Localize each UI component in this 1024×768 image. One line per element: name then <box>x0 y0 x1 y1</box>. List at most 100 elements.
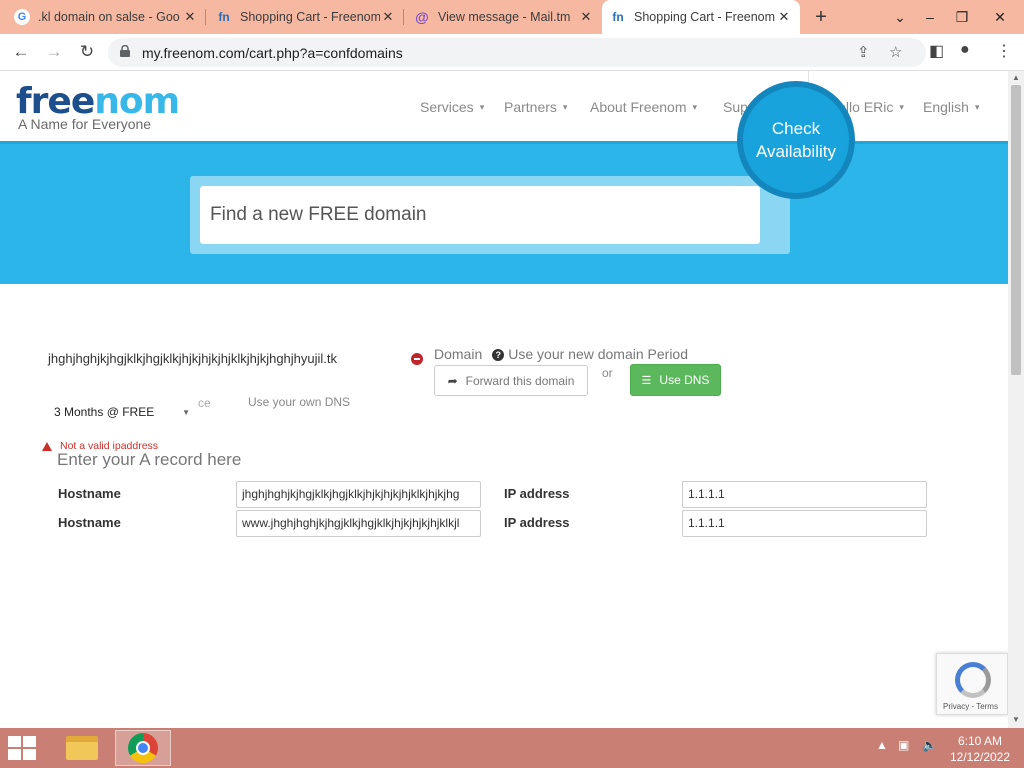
share-icon[interactable]: ⇪ <box>857 43 870 61</box>
nav-language[interactable]: English ▾ <box>923 99 979 115</box>
nav-partners[interactable]: Partners ▾ <box>504 99 567 115</box>
google-icon: G <box>14 9 30 25</box>
forward-domain-button[interactable]: ➦ Forward this domain <box>434 365 588 396</box>
browser-tab[interactable]: fn Shopping Cart - Freenom ✕ <box>208 0 404 34</box>
page-scrollbar[interactable]: ▲ ▼ <box>1008 71 1024 728</box>
period-select[interactable]: 3 Months @ FREE ▼ <box>48 401 198 423</box>
recaptcha-links[interactable]: Privacy - Terms <box>943 702 998 711</box>
nav-label: Services <box>420 99 474 115</box>
bookmark-star-icon[interactable]: ☆ <box>889 43 902 61</box>
tagline: A Name for Everyone <box>18 116 152 132</box>
nav-label: Partners <box>504 99 557 115</box>
a-record-title: Enter your A record here <box>57 450 242 469</box>
browser-tab-active[interactable]: fn Shopping Cart - Freenom ✕ <box>602 0 800 34</box>
profile-avatar-icon[interactable]: ● <box>960 41 970 59</box>
chevron-down-icon: ▾ <box>562 101 568 112</box>
domain-search-input[interactable]: Find a new FREE domain <box>200 186 760 244</box>
use-own-dns-tab[interactable]: Use your own DNS <box>248 395 350 409</box>
language-label: English <box>923 99 969 115</box>
hostname-label: Hostname <box>58 515 121 530</box>
freenom-icon: fn <box>612 10 624 24</box>
nav-about[interactable]: About Freenom ▾ <box>590 99 697 115</box>
clock-time: 6:10 AM <box>957 734 1003 748</box>
nav-label: About Freenom <box>590 99 687 115</box>
recaptcha-icon <box>955 662 991 698</box>
tab-strip: G .kl domain on salse - Goo ✕ fn Shoppin… <box>0 0 1024 34</box>
use-dns-button[interactable]: ☰ Use DNS <box>630 364 721 396</box>
chevron-down-icon: ▾ <box>692 101 698 112</box>
question-icon[interactable]: ? <box>492 349 505 361</box>
recaptcha-badge[interactable]: Privacy - Terms <box>936 653 1008 715</box>
minimize-icon[interactable]: – <box>915 0 945 34</box>
use-dns-label: Use DNS <box>659 373 710 387</box>
reload-icon[interactable]: ↻ <box>75 40 99 64</box>
window-close-icon[interactable]: ✕ <box>980 0 1020 34</box>
windows-taskbar: ▲ ▣ 🔈 6:10 AM 12/12/2022 <box>0 728 1024 768</box>
scroll-up-icon[interactable]: ▲ <box>1012 73 1020 82</box>
warning-icon <box>42 441 52 451</box>
browser-tab[interactable]: @ View message - Mail.tm ✕ <box>406 0 602 34</box>
share-arrow-icon: ➦ <box>447 373 458 388</box>
close-icon[interactable]: ✕ <box>578 9 594 25</box>
close-icon[interactable]: ✕ <box>776 9 792 25</box>
browser-tab[interactable]: G .kl domain on salse - Goo ✕ <box>6 0 206 34</box>
ip-address-input[interactable]: 1.1.1.1 <box>682 481 927 508</box>
tab-separator <box>403 9 404 25</box>
side-panel-icon[interactable]: ◧ <box>929 41 944 61</box>
tray-expand-icon[interactable]: ▲ <box>876 738 888 752</box>
tab-title: Shopping Cart - Freenom <box>634 10 776 24</box>
domain-label-text: Domain <box>434 346 483 362</box>
new-tab-button[interactable]: + <box>810 6 832 28</box>
remove-domain-icon[interactable] <box>411 353 423 365</box>
lock-icon <box>120 45 130 57</box>
browser-toolbar: ← → ↻ my.freenom.com/cart.php?a=confdoma… <box>0 34 1024 71</box>
chevron-down-icon: ▼ <box>182 408 190 417</box>
chevron-down-icon: ▾ <box>479 101 485 112</box>
hostname-input[interactable]: jhghjhghjkjhgjklkjhgjklkjhjkjhjkjhjklkjh… <box>236 481 481 508</box>
period-hint-text: Use your new domain Period <box>508 346 689 362</box>
close-icon[interactable]: ✕ <box>380 9 396 25</box>
forward-icon[interactable]: → <box>42 40 66 64</box>
or-separator: or <box>602 366 613 380</box>
chevron-down-icon: ▾ <box>899 101 904 112</box>
tab-title: Shopping Cart - Freenom <box>240 10 380 24</box>
tab-title: View message - Mail.tm <box>438 10 571 24</box>
volume-icon[interactable]: 🔈 <box>922 738 937 752</box>
check-label-line1: Check <box>771 119 821 138</box>
domain-search-hero: Find a new FREE domain <box>0 141 1008 284</box>
tab-separator <box>205 9 206 25</box>
ip-address-label: IP address <box>504 486 570 501</box>
chrome-taskbar-icon[interactable] <box>115 730 171 766</box>
forward-label: Forward this domain <box>465 373 575 388</box>
hostname-input[interactable]: www.jhghjhghjkjhgjklkjhgjklkjhjkjhjkjhjk… <box>236 510 481 537</box>
scroll-thumb[interactable] <box>1011 85 1021 375</box>
close-icon[interactable]: ✕ <box>182 9 198 25</box>
tab-title: .kl domain on salse - Goo <box>38 10 180 24</box>
nav-services[interactable]: Services ▾ <box>420 99 484 115</box>
list-icon: ☰ <box>641 374 652 387</box>
cart-domain-name: jhghjhghjkjhgjklkjhgjklkjhjkjhjkjhjklkjh… <box>48 351 338 366</box>
url-text[interactable]: my.freenom.com/cart.php?a=confdomains <box>142 45 403 61</box>
restore-icon[interactable]: ❐ <box>947 0 977 34</box>
ip-address-label: IP address <box>504 515 570 530</box>
scroll-down-icon[interactable]: ▼ <box>1012 715 1020 724</box>
domain-period-label: Domain? Use your new domain Period <box>434 346 688 362</box>
chevron-down-icon: ▾ <box>974 101 980 112</box>
period-value: 3 Months @ FREE <box>54 405 155 419</box>
ip-address-input[interactable]: 1.1.1.1 <box>682 510 927 537</box>
file-explorer-icon[interactable] <box>54 730 110 766</box>
menu-kebab-icon[interactable]: ⋮ <box>996 41 1012 61</box>
partial-tab-label: ce <box>198 396 211 410</box>
check-label-line2: Availability <box>755 142 836 161</box>
check-availability-button[interactable]: Check Availability <box>737 81 855 199</box>
address-bar[interactable]: my.freenom.com/cart.php?a=confdomains ⇪ … <box>108 38 926 67</box>
network-icon[interactable]: ▣ <box>898 738 909 752</box>
windows-start-icon[interactable] <box>8 736 38 762</box>
hostname-label: Hostname <box>58 486 121 501</box>
tab-search-icon[interactable]: ⌄ <box>885 0 915 34</box>
clock-date: 12/12/2022 <box>949 750 1011 764</box>
freenom-icon: fn <box>218 10 230 24</box>
back-icon[interactable]: ← <box>9 40 33 64</box>
system-clock[interactable]: 6:10 AM 12/12/2022 <box>948 733 1012 765</box>
mailtm-icon: @ <box>415 9 429 25</box>
